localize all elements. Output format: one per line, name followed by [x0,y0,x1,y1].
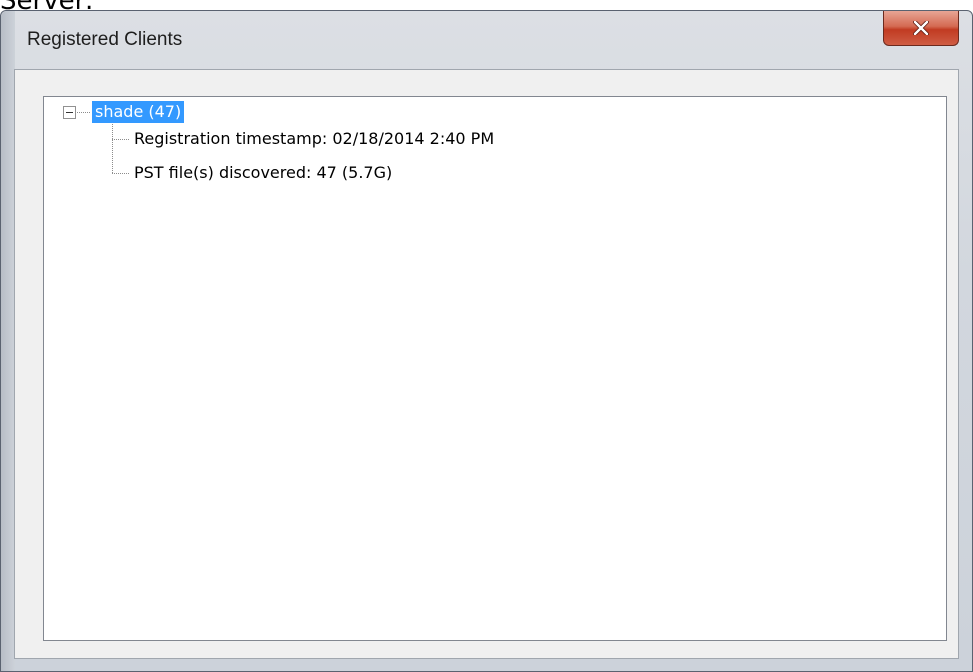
tree-connector-child-1 [112,139,130,140]
registered-clients-dialog: Registered Clients shade (47) Registrati… [0,10,973,672]
tree-connector-child-2 [112,173,130,174]
tree-node-registration-timestamp[interactable]: Registration timestamp: 02/18/2014 2:40 … [132,129,496,149]
tree-node-client[interactable]: shade (47) [92,101,185,123]
tree-node-pst-files[interactable]: PST file(s) discovered: 47 (5.7G) [132,163,394,183]
title-bar[interactable]: Registered Clients [1,11,972,69]
tree-connector-vertical [112,124,113,174]
collapse-toggle-icon[interactable] [63,106,76,119]
clients-tree-view[interactable]: shade (47) Registration timestamp: 02/18… [43,96,947,641]
window-frame-shade [1,11,15,671]
dialog-content-area: shade (47) Registration timestamp: 02/18… [14,69,959,659]
window-title: Registered Clients [27,29,183,50]
close-button[interactable] [883,11,959,46]
tree-connector-root [77,112,91,113]
close-icon [913,21,929,35]
